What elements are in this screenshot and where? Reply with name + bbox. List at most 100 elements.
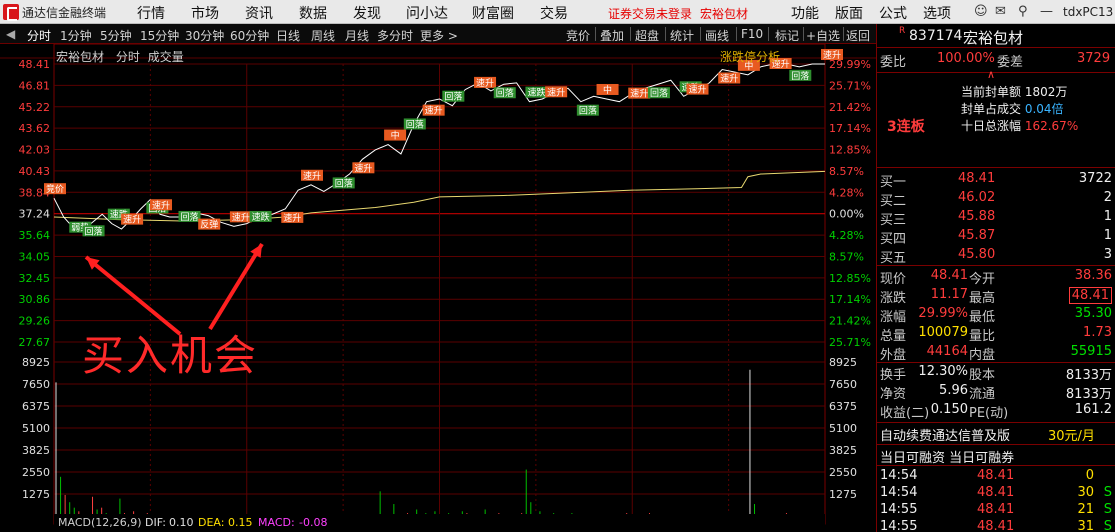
bid-label: 买二	[880, 194, 907, 209]
signal-bubble: 速升	[821, 49, 843, 61]
signal-bubble: 速升	[422, 104, 445, 117]
signal-bubble: 回落	[576, 104, 599, 117]
tab-daily[interactable]: 日线	[276, 27, 300, 44]
signal-bubble: 速升	[474, 76, 497, 89]
login-notice[interactable]: 证券交易未登录	[608, 5, 692, 22]
signal-bubble: 速跌	[525, 86, 548, 99]
btn-huaxian[interactable]: 画线	[705, 27, 729, 44]
signal-bubble: 回落	[493, 87, 516, 99]
quote-label: 总量	[880, 329, 907, 344]
signal-bubble: 回落	[178, 210, 201, 223]
fund-label: 流通	[969, 387, 996, 402]
user-icon[interactable]: ☺	[974, 4, 988, 19]
weibi-row: 委比 100.00% 委差 3729	[877, 51, 1115, 70]
intraday-chart[interactable]: 48.41 29.99% 46.81 25.71% 45.22 21.42% 43.62 17…	[0, 44, 876, 532]
btn-chaopan[interactable]: 超盘	[635, 27, 659, 44]
pct-tick-label: 8.57%	[829, 250, 864, 263]
signal-bubble: 回落	[442, 90, 465, 103]
bid-volume: 1	[1103, 209, 1112, 224]
btn-back[interactable]: 返回	[846, 27, 870, 44]
menu-gongshi[interactable]: 公式	[879, 3, 907, 23]
bid-price: 48.41	[958, 171, 996, 186]
menu-gongneng[interactable]: 功能	[791, 3, 819, 23]
fund-label: 收益(二)	[880, 406, 930, 421]
tab-30min[interactable]: 30分钟	[185, 27, 224, 44]
seal-label-1: 封单占成交	[960, 102, 1021, 116]
tab-more[interactable]: 更多 >	[420, 27, 458, 44]
menu-jiaoyi[interactable]: 交易	[540, 3, 568, 23]
minimize-icon[interactable]: —	[1040, 4, 1053, 19]
menu-zixun[interactable]: 资讯	[245, 3, 273, 23]
signal-bubble: 速升	[628, 87, 651, 100]
tick-price: 48.41	[977, 519, 1015, 532]
pct-tick-label: 21.42%	[829, 101, 871, 114]
bid-row[interactable]: 买二 46.02 2	[877, 190, 1115, 209]
search-icon[interactable]: ⚲	[1018, 4, 1028, 19]
signal-bubble: 竞价	[44, 183, 66, 195]
prev-arrow-icon[interactable]: ◀	[6, 27, 15, 41]
signal-bubble: 速升	[545, 86, 568, 98]
volume-tick-label-right: 6375	[829, 400, 857, 413]
pct-tick-label: 4.28%	[829, 186, 864, 199]
tick-price: 48.41	[977, 468, 1015, 483]
fund-value: 8133万	[1065, 387, 1112, 402]
tab-60min[interactable]: 60分钟	[230, 27, 269, 44]
btn-tongji[interactable]: 统计	[670, 27, 694, 44]
volume-tick-label: 3825	[22, 444, 50, 457]
signal-bubble-label: 速跌	[527, 88, 545, 99]
menu-caifuquan[interactable]: 财富圈	[472, 3, 514, 23]
tab-fenshi[interactable]: 分时	[23, 24, 55, 47]
promo-row[interactable]: 自动续费通达信普及版 30元/月	[877, 425, 1115, 444]
btn-jingjia[interactable]: 竞价	[566, 27, 590, 44]
btn-diejia[interactable]: 叠加	[600, 27, 624, 44]
chart-canvas[interactable]: 48.41 29.99%46.81 25.71%45.22 21.42%43.62 17…	[0, 44, 876, 532]
fund-value: 161.2	[1074, 402, 1112, 417]
menu-faxian[interactable]: 发现	[353, 3, 381, 23]
quote-label: 外盘	[880, 348, 907, 363]
bid-row[interactable]: 买一 48.41 3722	[877, 171, 1115, 190]
tab-5min[interactable]: 5分钟	[100, 27, 132, 44]
menu-banmian[interactable]: 版面	[835, 3, 863, 23]
notice-stock-name[interactable]: 宏裕包材	[700, 5, 748, 22]
signal-bubble-label: 速升	[720, 73, 738, 84]
tab-1min[interactable]: 1分钟	[60, 27, 92, 44]
menu-wenxiaoda[interactable]: 问小达	[406, 3, 448, 23]
volume-tick-label: 8925	[22, 356, 50, 369]
btn-f10[interactable]: F10	[741, 27, 763, 41]
promo-text[interactable]: 自动续费通达信普及版	[880, 425, 1010, 444]
bid-volume: 2	[1103, 190, 1112, 205]
bid-label: 买四	[880, 232, 907, 247]
tab-multi[interactable]: 多分时	[377, 27, 413, 44]
signal-bubble: 速升	[121, 213, 144, 226]
quote-row: 外盘 44164 内盘 55915	[877, 344, 1115, 363]
tab-15min[interactable]: 15分钟	[140, 27, 179, 44]
chart-stock-name: 宏裕包材	[56, 50, 105, 64]
signal-bubble: 回落	[789, 69, 812, 82]
quote-value: 29.99%	[918, 306, 968, 321]
bid-row[interactable]: 买四 45.87 1	[877, 228, 1115, 247]
tick-price: 48.41	[977, 485, 1015, 500]
tab-monthly[interactable]: 月线	[345, 27, 369, 44]
bid-row[interactable]: 买三 45.88 1	[877, 209, 1115, 228]
promo-price[interactable]: 30元/月	[1048, 425, 1095, 444]
tab-weekly[interactable]: 周线	[311, 27, 335, 44]
volume-tick-label-right: 5100	[829, 422, 857, 435]
mail-icon[interactable]: ✉	[995, 4, 1006, 19]
btn-add-favorite[interactable]: +自选	[806, 27, 840, 44]
menu-shuju[interactable]: 数据	[299, 3, 327, 23]
signal-bubble-label: 回落	[579, 105, 597, 117]
fund-label: 股本	[969, 368, 996, 383]
menu-shichang[interactable]: 市场	[191, 3, 219, 23]
zdt-analysis-link[interactable]: 涨跌停分析	[720, 48, 780, 65]
period-toolbar: ◀ 分时 1分钟 5分钟 15分钟 30分钟 60分钟 日线 周线 月线 多分时…	[0, 24, 876, 47]
menu-xuanxiang[interactable]: 选项	[923, 3, 951, 23]
menu-hangqing[interactable]: 行情	[137, 3, 165, 23]
signal-bubble-label: 回落	[496, 87, 514, 99]
signal-bubble: 回落	[647, 87, 670, 99]
tick-time: 14:54	[880, 485, 918, 500]
bid-row[interactable]: 买五 45.80 3	[877, 247, 1115, 266]
quote-row: 总量 100079 量比 1.73	[877, 325, 1115, 344]
pct-tick-label: 25.71%	[829, 336, 871, 349]
margin-row: 当日可融资 当日可融券	[877, 447, 1115, 466]
btn-biaoji[interactable]: 标记	[775, 27, 799, 44]
